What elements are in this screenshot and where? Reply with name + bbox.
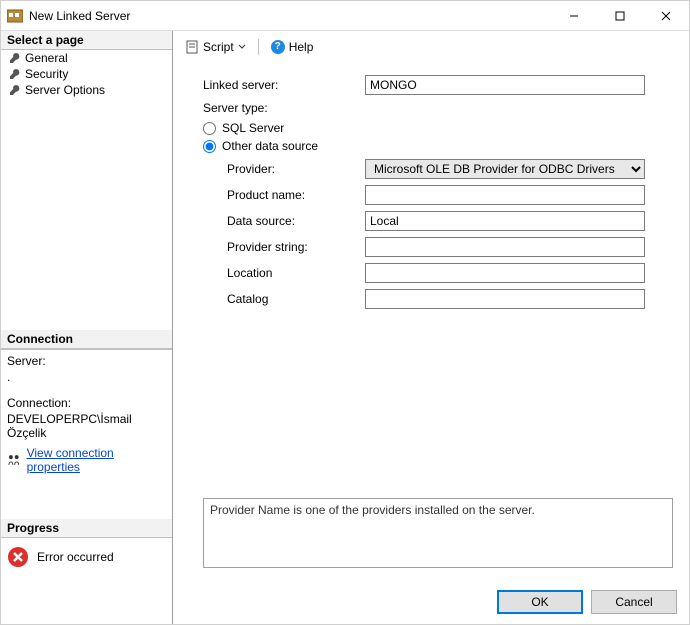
provider-string-input[interactable]	[365, 237, 645, 257]
titlebar: New Linked Server	[1, 1, 689, 31]
wrench-icon	[9, 84, 21, 96]
radio-sql-server-label: SQL Server	[222, 121, 284, 135]
help-label: Help	[289, 40, 314, 54]
page-item-general[interactable]: General	[1, 50, 172, 66]
page-label: General	[25, 51, 68, 65]
server-type-label: Server type:	[203, 101, 365, 115]
dialog-body: Select a page General Security Server Op…	[1, 31, 689, 624]
connection-label: Connection:	[7, 396, 166, 410]
product-name-input[interactable]	[365, 185, 645, 205]
view-connection-properties-link[interactable]: View connection properties	[27, 446, 166, 474]
toolbar: Script ? Help	[173, 31, 689, 63]
data-source-input[interactable]	[365, 211, 645, 231]
connection-properties-icon	[7, 453, 21, 467]
dialog-footer: OK Cancel	[173, 580, 689, 624]
catalog-input[interactable]	[365, 289, 645, 309]
linked-server-input[interactable]	[365, 75, 645, 95]
connection-info: Server: . Connection: DEVELOPERPC\İsmail…	[1, 349, 172, 519]
location-input[interactable]	[365, 263, 645, 283]
main-panel: Script ? Help Linked server: Server type…	[173, 31, 689, 624]
page-label: Server Options	[25, 83, 105, 97]
linked-server-label: Linked server:	[203, 78, 365, 92]
other-source-fields: Provider: Microsoft OLE DB Provider for …	[227, 159, 673, 309]
wrench-icon	[9, 52, 21, 64]
radio-sql-server[interactable]	[203, 122, 216, 135]
wrench-icon	[9, 68, 21, 80]
minimize-button[interactable]	[551, 1, 597, 31]
location-label: Location	[227, 266, 365, 280]
page-item-security[interactable]: Security	[1, 66, 172, 82]
window-title: New Linked Server	[29, 9, 551, 23]
page-label: Security	[25, 67, 68, 81]
help-icon: ?	[271, 40, 285, 54]
connection-value: DEVELOPERPC\İsmail Özçelik	[7, 412, 166, 440]
provider-string-label: Provider string:	[227, 240, 365, 254]
hint-box: Provider Name is one of the providers in…	[203, 498, 673, 568]
server-label: Server:	[7, 354, 166, 368]
script-button[interactable]: Script	[183, 38, 248, 56]
progress-body: Error occurred	[1, 538, 172, 576]
help-button[interactable]: ? Help	[269, 38, 316, 56]
radio-other-label: Other data source	[222, 139, 318, 153]
ok-button[interactable]: OK	[497, 590, 583, 614]
select-page-header: Select a page	[1, 31, 172, 50]
form-area: Linked server: Server type: SQL Server O…	[173, 63, 689, 580]
progress-header: Progress	[1, 519, 172, 538]
app-icon	[7, 8, 23, 24]
connection-header: Connection	[1, 330, 172, 349]
provider-label: Provider:	[227, 162, 365, 176]
provider-select[interactable]: Microsoft OLE DB Provider for ODBC Drive…	[365, 159, 645, 179]
error-icon	[7, 546, 29, 568]
maximize-button[interactable]	[597, 1, 643, 31]
progress-status: Error occurred	[37, 550, 114, 564]
script-icon	[185, 40, 199, 54]
page-item-server-options[interactable]: Server Options	[1, 82, 172, 98]
server-value: .	[7, 370, 166, 384]
catalog-label: Catalog	[227, 292, 365, 306]
dialog-window: New Linked Server Select a page General …	[0, 0, 690, 625]
chevron-down-icon	[238, 43, 246, 51]
product-name-label: Product name:	[227, 188, 365, 202]
radio-other-data-source[interactable]	[203, 140, 216, 153]
toolbar-separator	[258, 39, 259, 55]
close-button[interactable]	[643, 1, 689, 31]
cancel-button[interactable]: Cancel	[591, 590, 677, 614]
sidebar: Select a page General Security Server Op…	[1, 31, 173, 624]
page-list: General Security Server Options	[1, 50, 172, 330]
script-label: Script	[203, 40, 234, 54]
data-source-label: Data source:	[227, 214, 365, 228]
